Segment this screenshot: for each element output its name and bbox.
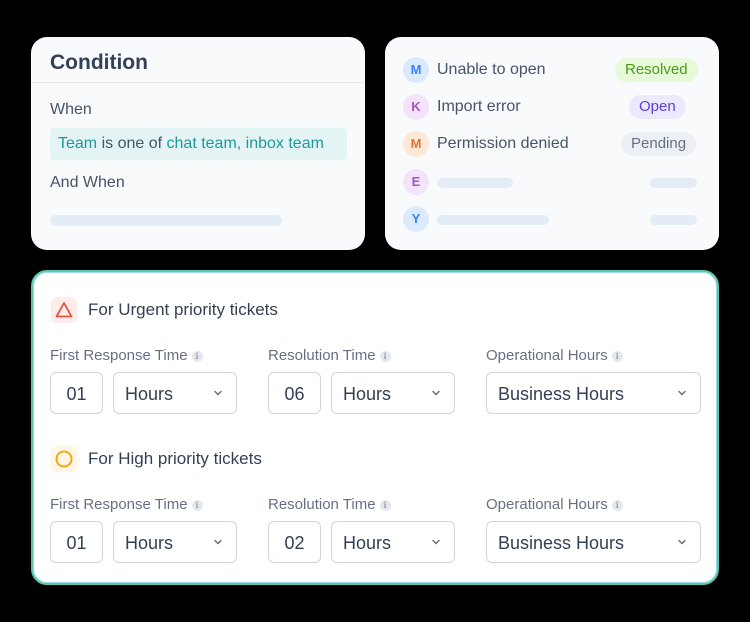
ticket-row[interactable]: M Permission denied Pending: [403, 131, 703, 157]
title-skeleton: [437, 215, 549, 225]
info-icon[interactable]: i: [191, 351, 203, 362]
tickets-card: M Unable to open Resolved K Import error…: [385, 37, 719, 250]
info-icon[interactable]: i: [379, 500, 391, 511]
condition-chip[interactable]: Team is one of chat team, inbox team: [50, 128, 347, 160]
status-badge: Pending: [621, 132, 697, 156]
chevron-down-icon: [432, 539, 440, 545]
avatar: M: [403, 131, 429, 157]
condition-values: chat team, inbox team: [166, 135, 324, 152]
status-badge: Open: [629, 95, 686, 119]
ticket-row[interactable]: K Import error Open: [403, 94, 703, 120]
ticket-row[interactable]: M Unable to open Resolved: [403, 57, 703, 83]
circle-icon: [51, 446, 77, 472]
avatar: Y: [403, 206, 429, 232]
info-icon[interactable]: i: [379, 351, 391, 362]
condition-title: Condition: [31, 37, 365, 83]
chevron-down-icon: [678, 390, 686, 396]
avatar: M: [403, 57, 429, 83]
info-icon[interactable]: i: [611, 351, 623, 362]
chevron-down-icon: [214, 390, 222, 396]
title-skeleton: [437, 178, 513, 188]
and-when-label: And When: [50, 174, 125, 191]
ticket-title: Permission denied: [437, 135, 569, 152]
when-label: When: [50, 101, 92, 118]
operational-hours-select[interactable]: Business Hours: [486, 521, 701, 563]
resolution-label: Resolution Time i: [268, 347, 391, 364]
sla-policy-card: For Urgent priority tickets First Respon…: [31, 270, 719, 585]
resolution-value-input[interactable]: 06: [268, 372, 321, 414]
info-icon[interactable]: i: [611, 500, 623, 511]
resolution-label: Resolution Time i: [268, 496, 391, 513]
first-response-label: First Response Time i: [50, 496, 203, 513]
ticket-title: Import error: [437, 98, 521, 115]
resolution-unit-select[interactable]: Hours: [331, 521, 455, 563]
first-response-label: First Response Time i: [50, 347, 203, 364]
status-skeleton: [650, 215, 697, 225]
resolution-value-input[interactable]: 02: [268, 521, 321, 563]
operational-hours-label: Operational Hours i: [486, 347, 623, 364]
first-response-unit-select[interactable]: Hours: [113, 521, 237, 563]
warning-triangle-icon: [51, 297, 77, 323]
ticket-title: Unable to open: [437, 61, 546, 78]
status-skeleton: [650, 178, 697, 188]
avatar: K: [403, 94, 429, 120]
first-response-unit-select[interactable]: Hours: [113, 372, 237, 414]
ticket-row[interactable]: E: [403, 169, 703, 195]
resolution-unit-select[interactable]: Hours: [331, 372, 455, 414]
condition-field: Team: [58, 135, 98, 152]
first-response-value-input[interactable]: 01: [50, 521, 103, 563]
condition-operator: is one of: [101, 135, 163, 152]
chevron-down-icon: [432, 390, 440, 396]
avatar: E: [403, 169, 429, 195]
condition-placeholder-skeleton: [50, 215, 282, 226]
first-response-value-input[interactable]: 01: [50, 372, 103, 414]
info-icon[interactable]: i: [191, 500, 203, 511]
chevron-down-icon: [214, 539, 222, 545]
urgent-section-title: For Urgent priority tickets: [88, 300, 278, 319]
operational-hours-label: Operational Hours i: [486, 496, 623, 513]
status-badge: Resolved: [615, 58, 698, 82]
chevron-down-icon: [678, 539, 686, 545]
operational-hours-select[interactable]: Business Hours: [486, 372, 701, 414]
condition-card: Condition When Team is one of chat team,…: [31, 37, 365, 250]
ticket-row[interactable]: Y: [403, 206, 703, 232]
high-section-title: For High priority tickets: [88, 449, 262, 468]
